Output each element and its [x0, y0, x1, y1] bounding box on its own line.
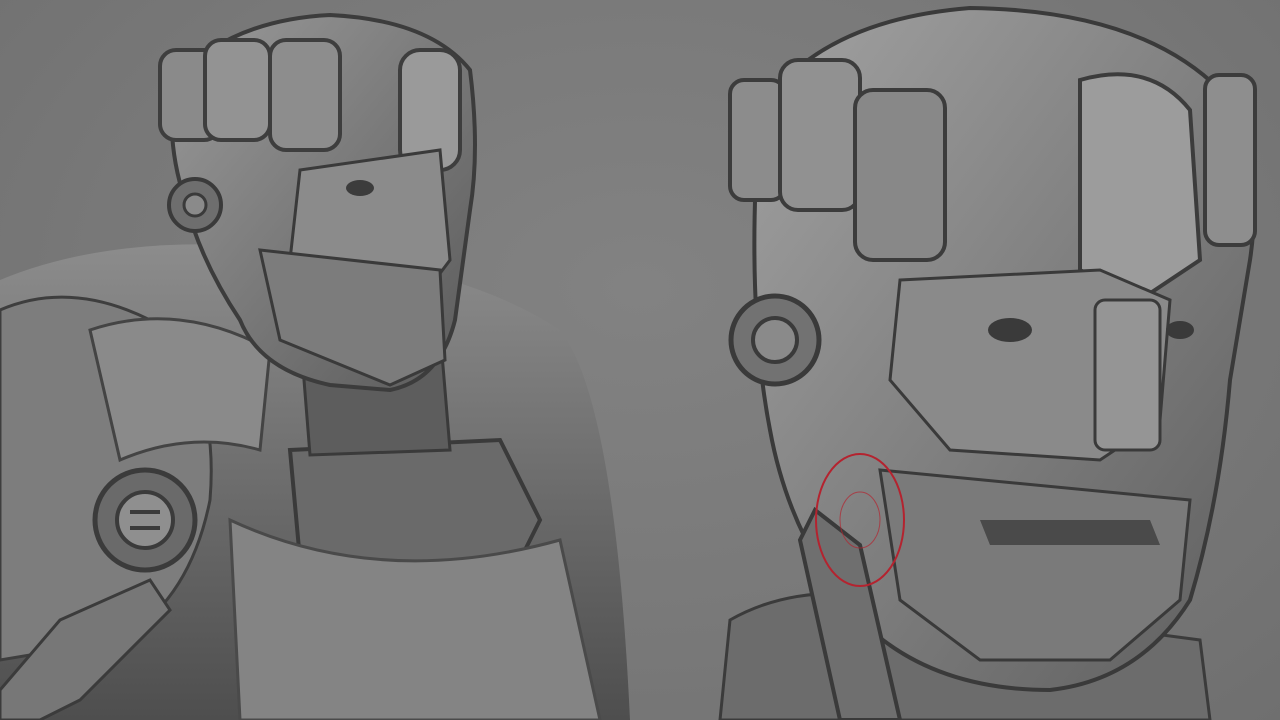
right-model-view[interactable]	[640, 0, 1280, 720]
right-eye-right	[1166, 321, 1194, 339]
helmet-panel-c	[853, 88, 947, 262]
mouth-slot	[980, 520, 1160, 545]
right-eye-left	[988, 318, 1032, 342]
shoulder-bolt	[115, 490, 175, 550]
left-eye	[346, 180, 374, 196]
brush-cursor-ring-icon[interactable]	[812, 450, 908, 590]
helmet-panel-3	[268, 38, 342, 152]
nose-bridge	[1093, 298, 1162, 452]
visor-plate	[1078, 72, 1203, 303]
shoulder-plate-upper	[88, 317, 272, 463]
helmet-panel-2	[203, 38, 272, 142]
helmet-panel-a	[728, 78, 787, 202]
left-model-view[interactable]	[0, 0, 640, 720]
side-panel	[1203, 73, 1257, 247]
collar-plate	[287, 437, 543, 573]
sculpt-viewport[interactable]	[0, 0, 1280, 720]
helmet-panel-b	[778, 58, 862, 212]
